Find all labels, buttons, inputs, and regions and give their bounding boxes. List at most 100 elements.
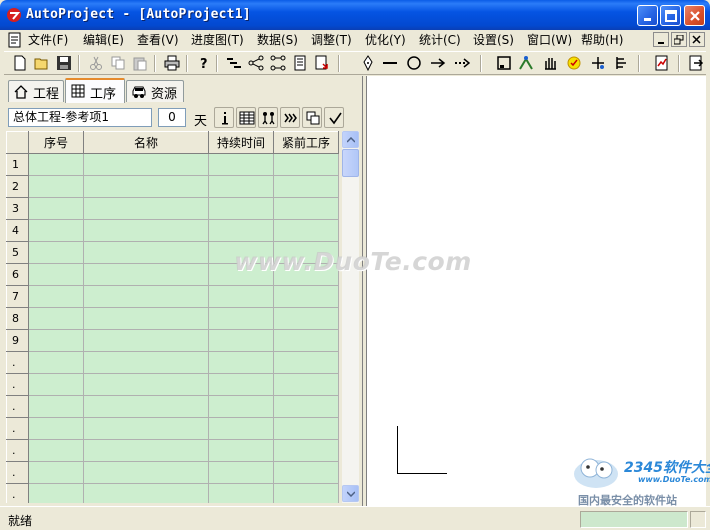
circle-button[interactable] [404,54,424,73]
cell-predecessor[interactable] [273,153,339,176]
days-field[interactable]: 0 [158,108,186,127]
cell-duration[interactable] [208,285,274,308]
cell-predecessor[interactable] [273,417,339,440]
open-button[interactable] [32,54,52,73]
row-header[interactable]: 4 [6,219,29,242]
cell-name[interactable] [83,307,209,330]
cell-duration[interactable] [208,175,274,198]
row-header[interactable]: . [6,483,29,503]
row-header[interactable]: 7 [6,285,29,308]
menu-adjust[interactable]: 调整(T) [311,32,352,49]
cell-duration[interactable] [208,329,274,352]
scroll-down-button[interactable] [342,485,359,502]
people-button[interactable] [258,107,278,128]
cell-predecessor[interactable] [273,483,339,503]
cell-seq[interactable] [28,307,84,330]
minimize-button[interactable] [637,5,658,26]
cell-seq[interactable] [28,153,84,176]
cell-duration[interactable] [208,307,274,330]
cell-duration[interactable] [208,417,274,440]
cell-seq[interactable] [28,439,84,462]
cell-seq[interactable] [28,285,84,308]
cell-seq[interactable] [28,241,84,264]
node-button[interactable] [268,54,288,73]
cut-button[interactable] [86,54,106,73]
table-view-button[interactable] [236,107,256,128]
table-row[interactable]: 9 [6,329,339,352]
menu-edit[interactable]: 编辑(E) [83,32,124,49]
cell-seq[interactable] [28,395,84,418]
tab-process[interactable]: 工序 [65,78,125,103]
row-header[interactable]: 5 [6,241,29,264]
cell-duration[interactable] [208,351,274,374]
cell-predecessor[interactable] [273,351,339,374]
cell-duration[interactable] [208,219,274,242]
menu-file[interactable]: 文件(F) [28,32,68,49]
cell-seq[interactable] [28,219,84,242]
cell-name[interactable] [83,373,209,396]
cell-predecessor[interactable] [273,307,339,330]
cell-duration[interactable] [208,395,274,418]
cell-name[interactable] [83,417,209,440]
cell-seq[interactable] [28,351,84,374]
table-row[interactable]: 7 [6,285,339,308]
column-header-predecessor[interactable]: 紧前工序 [273,131,339,154]
table-row[interactable]: 2 [6,175,339,198]
line-button[interactable] [380,54,400,73]
dotted-arrow-button[interactable] [452,54,472,73]
paste-button[interactable] [130,54,150,73]
forward-button[interactable] [280,107,300,128]
cell-predecessor[interactable] [273,395,339,418]
gantt-button[interactable] [224,54,244,73]
calc-button[interactable] [290,54,310,73]
hand-button[interactable] [540,54,560,73]
project-name-field[interactable]: 总体工程-参考项1 [8,108,152,127]
tab-resource[interactable]: 资源 [126,80,184,102]
row-header[interactable]: . [6,417,29,440]
network-diagram-canvas[interactable] [366,76,706,506]
cell-seq[interactable] [28,263,84,286]
cell-seq[interactable] [28,175,84,198]
row-header[interactable]: . [6,439,29,462]
menu-stats[interactable]: 统计(C) [419,32,461,49]
title-bar[interactable]: AutoProject - [AutoProject1] [0,0,710,30]
table-row[interactable]: . [6,395,339,418]
mdi-close-button[interactable] [689,32,705,47]
scroll-up-button[interactable] [342,131,359,148]
table-row[interactable]: 4 [6,219,339,242]
table-row[interactable]: . [6,417,339,440]
maximize-button[interactable] [660,5,681,26]
table-row[interactable]: 3 [6,197,339,220]
menu-schedule[interactable]: 进度图(T) [191,32,244,49]
mdi-minimize-button[interactable] [653,32,669,47]
cell-seq[interactable] [28,483,84,503]
cell-name[interactable] [83,439,209,462]
cell-name[interactable] [83,241,209,264]
cell-predecessor[interactable] [273,329,339,352]
table-row[interactable]: . [6,461,339,484]
menu-help[interactable]: 帮助(H) [581,32,623,49]
report-button[interactable] [652,54,672,73]
column-header-duration[interactable]: 持续时间 [208,131,274,154]
menu-optimize[interactable]: 优化(Y) [365,32,406,49]
arrow-button[interactable] [428,54,448,73]
column-header-seq[interactable]: 序号 [28,131,84,154]
cell-name[interactable] [83,175,209,198]
resource-button[interactable] [516,54,536,73]
scroll-thumb[interactable] [342,149,359,177]
cell-name[interactable] [83,351,209,374]
cell-duration[interactable] [208,153,274,176]
row-header[interactable]: 1 [6,153,29,176]
cell-seq[interactable] [28,373,84,396]
table-row[interactable]: 1 [6,153,339,176]
table-row[interactable]: 8 [6,307,339,330]
menu-window[interactable]: 窗口(W) [527,32,572,49]
print-button[interactable] [162,54,182,73]
cell-predecessor[interactable] [273,461,339,484]
cell-seq[interactable] [28,329,84,352]
mdi-restore-button[interactable] [671,32,687,47]
info-button[interactable] [214,107,234,128]
row-header[interactable]: . [6,351,29,374]
zoom-button[interactable] [588,54,608,73]
cell-predecessor[interactable] [273,219,339,242]
